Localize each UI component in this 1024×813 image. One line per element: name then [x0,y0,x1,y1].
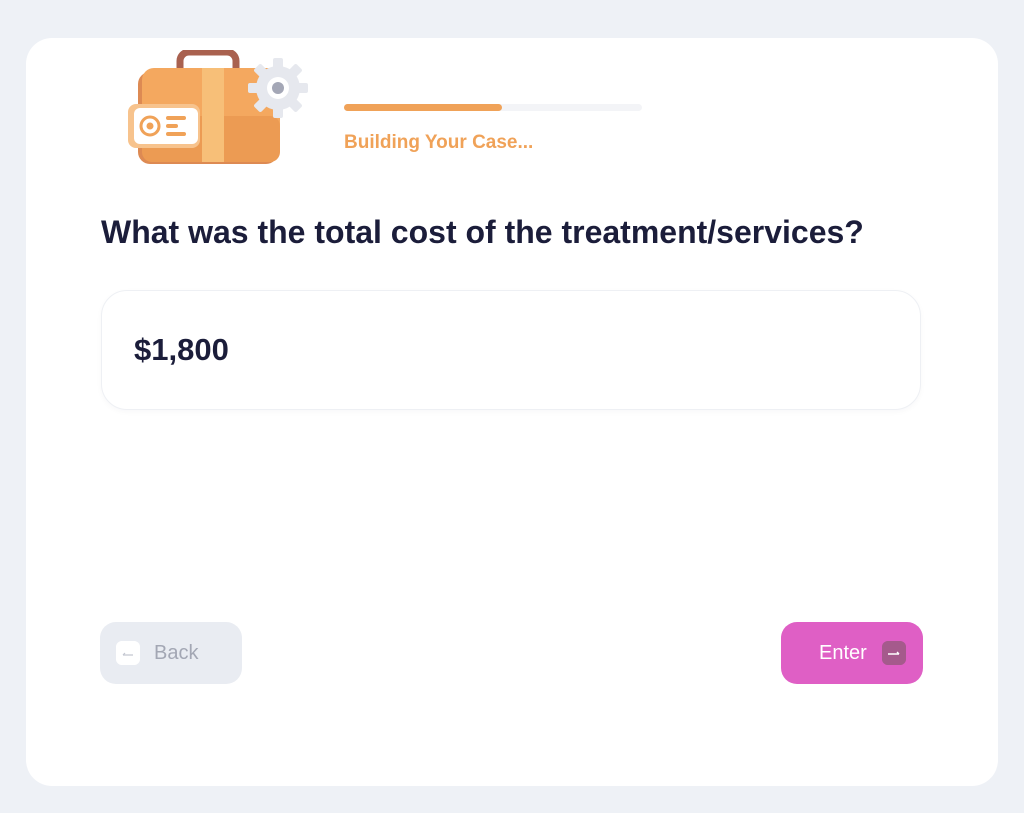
arrow-left-icon [116,641,140,665]
enter-button-label: Enter [819,642,867,664]
enter-button[interactable]: Enter [781,622,923,684]
progress-label: Building Your Case... [344,132,534,153]
progress-bar-fill [344,104,502,111]
form-card: Building Your Case... What was the total… [26,38,998,786]
arrow-right-icon [882,641,906,665]
briefcase-gear-icon [128,50,308,164]
progress-bar [344,104,642,111]
cost-input[interactable] [134,291,894,409]
back-button-label: Back [154,642,199,664]
cost-input-container[interactable] [101,290,921,410]
question-heading: What was the total cost of the treatment… [101,214,864,250]
back-button[interactable]: Back [100,622,242,684]
